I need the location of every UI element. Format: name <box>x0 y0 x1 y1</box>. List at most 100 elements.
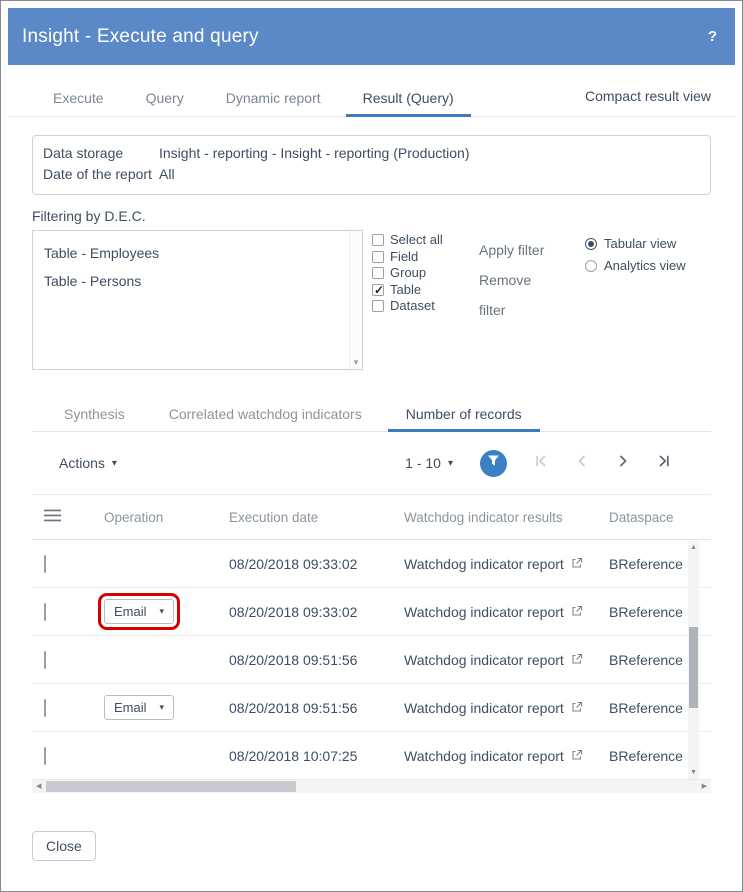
page-range-label: 1 - 10 <box>405 455 441 471</box>
chevron-down-icon: ▾ <box>160 702 165 713</box>
chevron-left-icon <box>575 454 589 473</box>
first-page-icon <box>534 454 548 473</box>
actions-label: Actions <box>59 455 105 471</box>
watchdog-report-link[interactable]: Watchdog indicator report <box>404 604 564 620</box>
table-row: 08/20/2018 09:51:56 Watchdog indicator r… <box>32 636 711 684</box>
tab-result-query[interactable]: Result (Query) <box>342 80 475 116</box>
vertical-scrollbar-thumb[interactable] <box>689 627 698 708</box>
checkbox-group[interactable]: Group <box>372 265 472 282</box>
checkbox-icon <box>372 251 384 263</box>
vertical-scrollbar[interactable]: ▲ ▼ <box>688 541 699 779</box>
table-toolbar: Actions ▾ 1 - 10 ▾ <box>32 432 711 494</box>
scroll-up-icon: ▲ <box>688 544 699 551</box>
listbox-scrollbar[interactable]: ▼ <box>349 231 362 369</box>
tab-number-of-records[interactable]: Number of records <box>384 398 544 431</box>
tab-correlated-watchdog-indicators[interactable]: Correlated watchdog indicators <box>147 398 384 431</box>
operation-select-value: Email <box>114 700 147 715</box>
horizontal-scrollbar[interactable]: ◀ ▶ <box>32 780 711 793</box>
data-storage-value: Insight - reporting - Insight - reportin… <box>159 143 469 164</box>
checkbox-icon <box>372 284 384 296</box>
external-link-icon <box>571 652 583 668</box>
report-date-label: Date of the report <box>43 164 159 185</box>
table-body-wrapper: 08/20/2018 09:33:02 Watchdog indicator r… <box>32 540 711 780</box>
remove-filter-link[interactable]: Remove filter <box>479 265 559 325</box>
compact-result-view-button[interactable]: Compact result view <box>585 88 711 116</box>
actions-dropdown[interactable]: Actions ▾ <box>59 455 117 471</box>
watchdog-report-link[interactable]: Watchdog indicator report <box>404 652 564 668</box>
checkbox-select-all[interactable]: Select all <box>372 232 472 249</box>
execution-date-cell: 08/20/2018 09:33:02 <box>221 556 396 572</box>
external-link-icon <box>571 700 583 716</box>
next-page-button[interactable] <box>616 454 630 473</box>
scroll-down-icon: ▼ <box>688 769 699 776</box>
radio-analytics-view[interactable]: Analytics view <box>585 255 686 277</box>
dialog-window: Insight - Execute and query ? Execute Qu… <box>0 0 743 892</box>
apply-filter-link[interactable]: Apply filter <box>479 235 559 265</box>
chevron-down-icon: ▾ <box>448 458 453 469</box>
execution-date-cell: 08/20/2018 09:51:56 <box>221 652 396 668</box>
funnel-icon <box>487 454 500 472</box>
radio-icon <box>585 260 597 272</box>
horizontal-scrollbar-thumb[interactable] <box>46 781 296 792</box>
checkbox-icon <box>372 234 384 246</box>
execution-date-cell: 08/20/2018 09:51:56 <box>221 700 396 716</box>
dec-listbox[interactable]: Table - Employees Table - Persons ▼ <box>32 230 363 370</box>
page-range-dropdown[interactable]: 1 - 10 ▾ <box>405 455 453 471</box>
help-button[interactable]: ? <box>708 28 717 45</box>
close-button[interactable]: Close <box>32 831 96 861</box>
window-title: Insight - Execute and query <box>22 26 259 48</box>
filter-checkbox-group: Select all Field Group Table Dataset <box>372 230 472 315</box>
row-checkbox[interactable] <box>44 699 46 717</box>
tab-query[interactable]: Query <box>125 80 205 116</box>
table-body: 08/20/2018 09:33:02 Watchdog indicator r… <box>32 540 711 780</box>
table-row: Email ▾ 08/20/2018 09:33:02 Watchdog ind… <box>32 588 711 636</box>
columns-menu-icon[interactable] <box>44 510 61 525</box>
table-row: 08/20/2018 09:33:02 Watchdog indicator r… <box>32 540 711 588</box>
col-header-dataspace: Dataspace <box>601 510 711 525</box>
scroll-left-icon: ◀ <box>36 780 41 793</box>
scroll-right-icon: ▶ <box>702 780 707 793</box>
tab-synthesis[interactable]: Synthesis <box>42 398 147 431</box>
scroll-down-icon: ▼ <box>352 356 360 369</box>
report-info-box: Data storage Insight - reporting - Insig… <box>32 135 711 195</box>
list-item-table-employees[interactable]: Table - Employees <box>44 239 342 267</box>
last-page-button[interactable] <box>657 454 671 473</box>
filtering-section-label: Filtering by D.E.C. <box>32 208 711 224</box>
pagination-controls: 1 - 10 ▾ <box>405 450 671 477</box>
watchdog-report-link[interactable]: Watchdog indicator report <box>404 700 564 716</box>
list-item-table-persons[interactable]: Table - Persons <box>44 267 342 295</box>
operation-select[interactable]: Email ▾ <box>104 599 174 624</box>
previous-page-button[interactable] <box>575 454 589 473</box>
row-checkbox[interactable] <box>44 603 46 621</box>
filter-area: Table - Employees Table - Persons ▼ Sele… <box>32 230 711 370</box>
checkbox-label: Group <box>390 265 426 282</box>
checkbox-field[interactable]: Field <box>372 249 472 266</box>
filter-button[interactable] <box>480 450 507 477</box>
checkbox-label: Dataset <box>390 298 435 315</box>
main-tabs: Execute Query Dynamic report Result (Que… <box>8 77 735 117</box>
checkbox-icon <box>372 267 384 279</box>
checkbox-table[interactable]: Table <box>372 282 472 299</box>
report-date-row: Date of the report All <box>43 164 700 185</box>
col-header-operation: Operation <box>96 510 221 525</box>
row-checkbox[interactable] <box>44 747 46 765</box>
checkbox-dataset[interactable]: Dataset <box>372 298 472 315</box>
view-mode-group: Tabular view Analytics view <box>585 230 686 277</box>
radio-icon <box>585 238 597 250</box>
result-tabs: Synthesis Correlated watchdog indicators… <box>32 398 711 432</box>
titlebar: Insight - Execute and query ? <box>8 8 735 65</box>
table-row: 08/20/2018 10:07:25 Watchdog indicator r… <box>32 732 711 780</box>
report-date-value: All <box>159 164 175 185</box>
tab-dynamic-report[interactable]: Dynamic report <box>205 80 342 116</box>
row-checkbox[interactable] <box>44 651 46 669</box>
tab-execute[interactable]: Execute <box>32 80 125 116</box>
watchdog-report-link[interactable]: Watchdog indicator report <box>404 556 564 572</box>
row-checkbox[interactable] <box>44 555 46 573</box>
watchdog-report-link[interactable]: Watchdog indicator report <box>404 748 564 764</box>
last-page-icon <box>657 454 671 473</box>
radio-tabular-view[interactable]: Tabular view <box>585 233 686 255</box>
operation-select[interactable]: Email ▾ <box>104 695 174 720</box>
checkbox-label: Field <box>390 249 418 266</box>
first-page-button[interactable] <box>534 454 548 473</box>
chevron-right-icon <box>616 454 630 473</box>
